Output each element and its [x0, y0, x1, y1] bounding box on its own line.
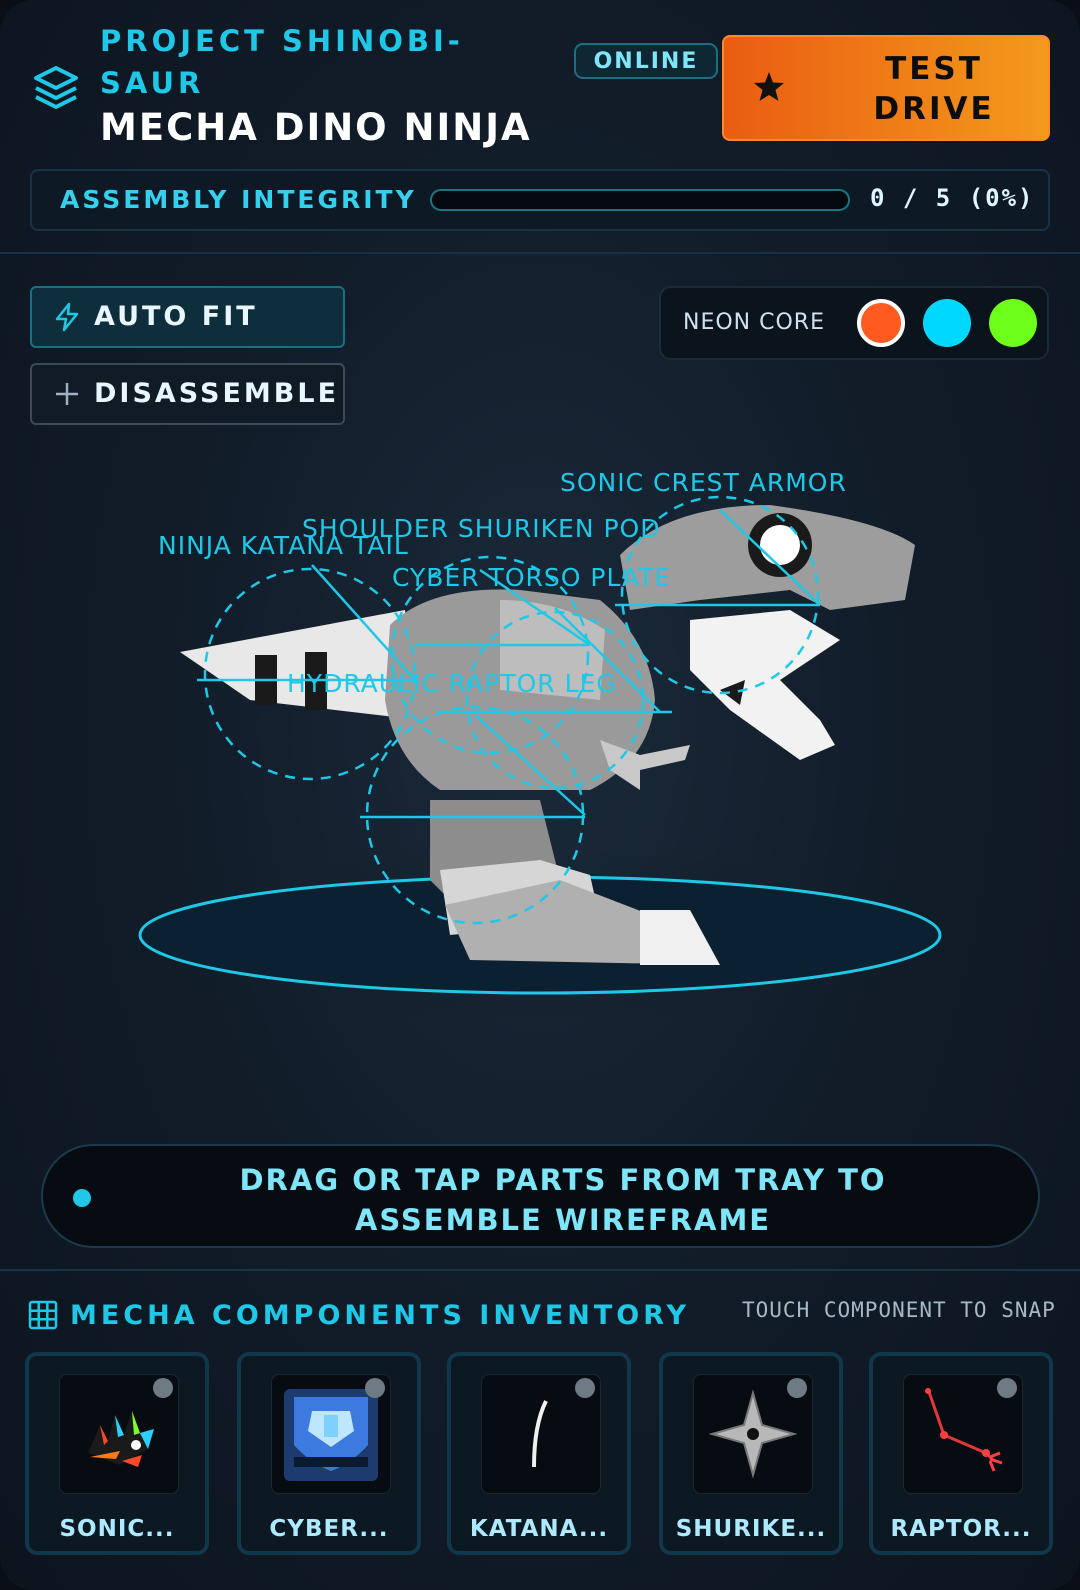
- label-cyber-torso: CYBER TORSO PLATE: [392, 563, 671, 592]
- neon-swatch-green[interactable]: [989, 299, 1037, 347]
- component-card-shuriken[interactable]: SHURIKE...: [659, 1352, 843, 1555]
- disassemble-label: DISASSEMBLE: [94, 378, 340, 409]
- header-divider: [0, 252, 1080, 254]
- plus-icon: [56, 383, 78, 405]
- integrity-progress-bar: [430, 189, 850, 211]
- inventory-divider: [0, 1269, 1080, 1271]
- project-title: PROJECT SHINOBI-SAUR: [100, 24, 464, 100]
- status-pip: [575, 1378, 595, 1398]
- disassemble-button[interactable]: DISASSEMBLE: [30, 363, 345, 425]
- auto-fit-button[interactable]: AUTO FIT: [30, 286, 345, 348]
- test-drive-label: TEST DRIVE: [873, 51, 995, 127]
- assembly-integrity-panel: ASSEMBLY INTEGRITY 0 / 5 (0%): [30, 169, 1050, 231]
- label-raptor-leg: HYDRAULIC RAPTOR LEG: [287, 669, 617, 698]
- lightning-icon: [55, 302, 79, 332]
- label-sonic-crest: SONIC CREST ARMOR: [560, 468, 847, 497]
- status-pip: [153, 1378, 173, 1398]
- status-badge: ONLINE: [574, 43, 718, 79]
- status-pip: [365, 1378, 385, 1398]
- neon-swatch-cyan[interactable]: [923, 299, 971, 347]
- neon-core-label: NEON CORE: [683, 310, 825, 335]
- component-label: SONIC...: [59, 1516, 175, 1542]
- layers-icon: [34, 66, 78, 109]
- test-drive-button[interactable]: TEST DRIVE: [722, 35, 1050, 141]
- grid-icon: [28, 1300, 58, 1330]
- status-pip: [787, 1378, 807, 1398]
- component-label: RAPTOR...: [890, 1516, 1032, 1542]
- status-pip: [997, 1378, 1017, 1398]
- auto-fit-label: AUTO FIT: [94, 301, 258, 332]
- component-card-sonic[interactable]: SONIC...: [25, 1352, 209, 1555]
- component-label: SHURIKE...: [675, 1516, 827, 1542]
- instruction-text: DRAG OR TAP PARTS FROM TRAY TO ASSEMBLE …: [239, 1163, 887, 1237]
- component-card-cyber[interactable]: CYBER...: [237, 1352, 421, 1555]
- app-frame: PROJECT SHINOBI-SAUR MECHA DINO NINJA ON…: [0, 0, 1080, 1590]
- instruction-banner: DRAG OR TAP PARTS FROM TRAY TO ASSEMBLE …: [41, 1144, 1040, 1248]
- component-label: CYBER...: [269, 1516, 389, 1542]
- component-card-katana[interactable]: KATANA...: [447, 1352, 631, 1555]
- component-label: KATANA...: [469, 1516, 609, 1542]
- integrity-value: 0 / 5 (0%): [870, 184, 1035, 212]
- star-icon: [754, 72, 784, 101]
- inventory-hint: TOUCH COMPONENT TO SNAP: [742, 1298, 1056, 1322]
- mecha-name: MECHA DINO NINJA: [100, 106, 532, 149]
- integrity-label: ASSEMBLY INTEGRITY: [60, 185, 417, 214]
- label-katana-tail: NINJA KATANA TAIL: [158, 531, 409, 560]
- assembly-stage: SONIC CREST ARMOR SHOULDER SHURIKEN POD …: [80, 468, 1000, 1020]
- pulse-indicator: [73, 1189, 91, 1207]
- component-card-raptor[interactable]: RAPTOR...: [869, 1352, 1053, 1555]
- neon-core-selector: NEON CORE: [659, 286, 1049, 360]
- neon-swatch-orange[interactable]: [857, 299, 905, 347]
- inventory-title: MECHA COMPONENTS INVENTORY: [70, 1300, 691, 1331]
